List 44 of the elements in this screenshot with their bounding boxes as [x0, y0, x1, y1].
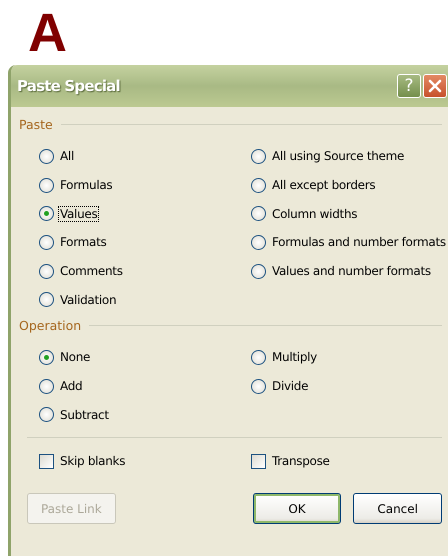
radio-button[interactable]	[251, 378, 266, 394]
radio-button[interactable]	[39, 292, 54, 308]
window-title: Paste Special	[17, 77, 120, 95]
option-label[interactable]: Values	[58, 206, 100, 222]
panel-label: A	[28, 8, 67, 58]
radio-button[interactable]	[251, 234, 266, 250]
radio-button[interactable]	[251, 178, 266, 193]
radio-button[interactable]	[39, 350, 54, 365]
option-label[interactable]: Formulas and number formats	[270, 234, 448, 250]
radio-button[interactable]	[251, 350, 266, 365]
option-label[interactable]: Formulas	[58, 177, 114, 194]
option-label[interactable]: None	[58, 349, 92, 366]
option-label[interactable]: Comments	[58, 263, 125, 280]
option-label[interactable]: Values and number formats	[270, 263, 433, 280]
option-label[interactable]: Subtract	[58, 406, 111, 423]
checkbox[interactable]	[39, 454, 54, 469]
dialog-button[interactable]: OK	[252, 493, 342, 524]
radio-button[interactable]	[39, 378, 54, 394]
option-label[interactable]: All except borders	[270, 177, 378, 194]
checkbox-label[interactable]: Transpose	[270, 453, 332, 470]
group-label: Paste	[19, 116, 53, 132]
radio-button[interactable]	[39, 234, 54, 250]
radio-button[interactable]	[39, 206, 54, 222]
option-label[interactable]: Divide	[270, 378, 310, 394]
close-button[interactable]	[423, 74, 447, 98]
close-icon	[428, 79, 442, 93]
checkbox-label[interactable]: Skip blanks	[58, 453, 128, 470]
option-label[interactable]: Column widths	[270, 206, 360, 222]
option-label[interactable]: All	[58, 148, 76, 164]
checkbox[interactable]	[251, 454, 266, 469]
radio-button[interactable]	[39, 264, 54, 279]
radio-button[interactable]	[39, 407, 54, 422]
option-label[interactable]: Multiply	[270, 349, 319, 366]
radio-button[interactable]	[39, 148, 54, 164]
radio-button[interactable]	[251, 148, 266, 164]
option-label[interactable]: Formats	[58, 234, 108, 250]
dialog-button[interactable]: Cancel	[353, 493, 442, 524]
option-label[interactable]: Add	[58, 378, 84, 394]
radio-button[interactable]	[39, 178, 54, 193]
radio-button[interactable]	[251, 206, 266, 222]
option-label[interactable]: All using Source theme	[270, 148, 406, 164]
group-label: Operation	[19, 318, 82, 333]
option-label[interactable]: Validation	[58, 292, 118, 308]
radio-button[interactable]	[251, 264, 266, 279]
